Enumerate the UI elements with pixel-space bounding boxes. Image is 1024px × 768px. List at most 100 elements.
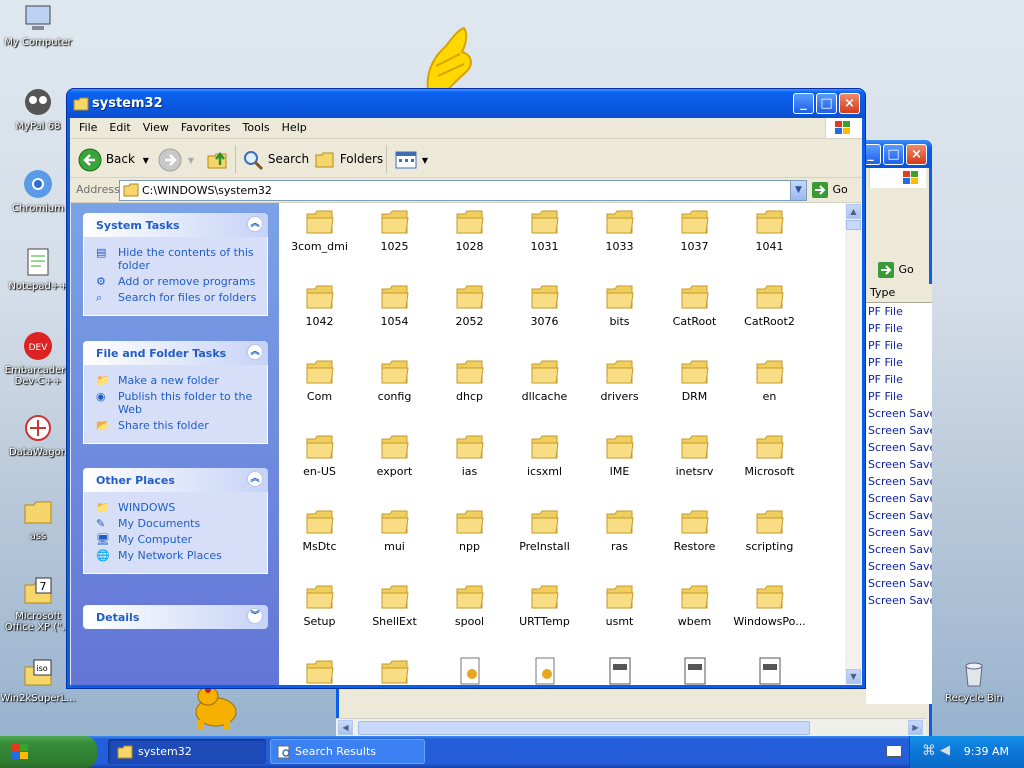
folder-item[interactable]: mui [357, 507, 432, 553]
file-item[interactable] [357, 657, 432, 685]
scroll-down-button[interactable]: ▼ [846, 669, 861, 684]
folder-item[interactable]: ras [582, 507, 657, 553]
desktop-icon-recycle-bin[interactable]: Recycle Bin [936, 658, 1012, 704]
file-view[interactable]: 3com_dmi 1025 1028 1031 1033 1037 1041 1042 1054… [279, 203, 845, 685]
list-item[interactable]: PF File [866, 303, 932, 320]
search-results-list[interactable]: Type PF File PF File PF File PF File PF File… [866, 284, 932, 704]
window-titlebar[interactable]: system32 _ □ × [67, 89, 865, 118]
minimize-button[interactable]: _ [793, 93, 814, 114]
folder-item[interactable]: CatRoot [657, 282, 732, 328]
folder-item[interactable]: 1028 [432, 207, 507, 253]
forward-dropdown-icon[interactable]: ▼ [188, 156, 194, 165]
folder-item[interactable]: 3com_dmi [282, 207, 357, 253]
file-item[interactable] [732, 657, 807, 685]
folder-item[interactable]: en-US [282, 432, 357, 478]
folder-item[interactable]: DRM [657, 357, 732, 403]
back-horizontal-scrollbar[interactable]: ◀ ▶ [336, 718, 926, 736]
tray-volume-icon[interactable]: ◀ [940, 743, 950, 758]
tray-network-icon[interactable]: ⌘ [922, 743, 936, 759]
folder-item[interactable]: spool [432, 582, 507, 628]
taskbar-search-results[interactable]: Search Results [270, 739, 425, 764]
file-item[interactable] [657, 657, 732, 685]
folder-item[interactable]: MsDtc [282, 507, 357, 553]
scroll-left-button[interactable]: ◀ [338, 720, 353, 735]
folder-item[interactable]: WindowsPo... [732, 582, 807, 628]
list-item[interactable]: PF File [866, 388, 932, 405]
share-folder-link[interactable]: 📂 Share this folder [96, 419, 259, 432]
desktop-icon-win2ksuper[interactable]: iso Win2kSuperL... [0, 658, 76, 704]
folder-item[interactable]: en [732, 357, 807, 403]
folder-item[interactable]: bits [582, 282, 657, 328]
folder-item[interactable]: PreInstall [507, 507, 582, 553]
windows-link[interactable]: 📁 WINDOWS [96, 501, 259, 514]
list-item[interactable]: PF File [866, 371, 932, 388]
list-item[interactable]: Screen Saver [866, 422, 932, 439]
folder-item[interactable]: dhcp [432, 357, 507, 403]
folder-item[interactable]: 1054 [357, 282, 432, 328]
folder-item[interactable]: 2052 [432, 282, 507, 328]
back-close-button[interactable]: × [906, 144, 927, 165]
desktop-icon-my-computer[interactable]: My Computer [0, 2, 76, 48]
folders-button[interactable]: Folders [314, 147, 383, 171]
folder-item[interactable]: usmt [582, 582, 657, 628]
folder-item[interactable]: 3076 [507, 282, 582, 328]
list-item[interactable]: Screen Saver [866, 575, 932, 592]
file-item[interactable] [582, 657, 657, 685]
back-dropdown-icon[interactable]: ▼ [143, 156, 149, 165]
my-computer-link[interactable]: 🖥 My Computer [96, 533, 259, 546]
address-input[interactable]: C:\WINDOWS\system32 ▼ [119, 180, 807, 201]
menu-view[interactable]: View [137, 118, 175, 138]
close-button[interactable]: × [839, 93, 860, 114]
my-documents-link[interactable]: ✎ My Documents [96, 517, 259, 530]
folder-item[interactable]: inetsrv [657, 432, 732, 478]
menu-file[interactable]: File [70, 118, 103, 138]
menu-help[interactable]: Help [276, 118, 313, 138]
list-item[interactable]: Screen Saver [866, 592, 932, 609]
desktop-icon-devcpp[interactable]: DEV Embarcadero Dev-C++ [0, 330, 76, 387]
list-item[interactable]: Screen Saver [866, 507, 932, 524]
start-button[interactable] [0, 736, 97, 768]
desktop-icon-chromium[interactable]: Chromium [0, 168, 76, 214]
desktop-icon-office[interactable]: 7 Microsoft Office XP ("... [0, 576, 76, 633]
views-dropdown-icon[interactable]: ▼ [422, 156, 428, 165]
list-item[interactable]: Screen Saver [866, 490, 932, 507]
back-go-button[interactable]: Go [877, 260, 914, 280]
folder-item[interactable]: CatRoot2 [732, 282, 807, 328]
folder-item[interactable]: Microsoft [732, 432, 807, 478]
list-item[interactable]: Screen Saver [866, 541, 932, 558]
desktop-icon-ass[interactable]: ass [0, 496, 76, 542]
folder-item[interactable]: wbem [657, 582, 732, 628]
views-button[interactable]: ▼ [394, 147, 428, 171]
collapse-chevron-icon[interactable]: ︽ [247, 216, 263, 232]
file-folder-tasks-header[interactable]: File and Folder Tasks ︽ [83, 341, 268, 365]
folder-item[interactable]: icsxml [507, 432, 582, 478]
folder-item[interactable]: 1025 [357, 207, 432, 253]
collapse-chevron-icon[interactable]: ︽ [247, 471, 263, 487]
details-header[interactable]: Details ︾ [83, 605, 268, 629]
folder-item[interactable]: export [357, 432, 432, 478]
file-item[interactable] [282, 657, 357, 685]
folder-item[interactable]: ias [432, 432, 507, 478]
folder-item[interactable]: drivers [582, 357, 657, 403]
menu-favorites[interactable]: Favorites [175, 118, 237, 138]
keyboard-icon[interactable] [886, 745, 902, 757]
folder-item[interactable]: IME [582, 432, 657, 478]
folder-item[interactable]: Com [282, 357, 357, 403]
folder-item[interactable]: scripting [732, 507, 807, 553]
scroll-up-button[interactable]: ▲ [846, 204, 861, 219]
other-places-header[interactable]: Other Places ︽ [83, 468, 268, 492]
folder-item[interactable]: Restore [657, 507, 732, 553]
clock[interactable]: 9:39 AM [964, 745, 1009, 758]
hide-contents-link[interactable]: ▤ Hide the contents of this folder [96, 246, 259, 272]
taskbar-system32[interactable]: system32 [108, 739, 266, 764]
menu-edit[interactable]: Edit [103, 118, 136, 138]
folder-item[interactable]: 1041 [732, 207, 807, 253]
desktop-icon-notepadpp[interactable]: Notepad++ [0, 246, 76, 292]
add-remove-programs-link[interactable]: ⚙ Add or remove programs [96, 275, 259, 288]
expand-chevron-icon[interactable]: ︾ [247, 608, 263, 624]
make-new-folder-link[interactable]: 📁 Make a new folder [96, 374, 259, 387]
folder-item[interactable]: 1033 [582, 207, 657, 253]
column-header-type[interactable]: Type [866, 284, 932, 303]
vscroll-thumb[interactable] [846, 220, 861, 230]
folder-item[interactable]: config [357, 357, 432, 403]
